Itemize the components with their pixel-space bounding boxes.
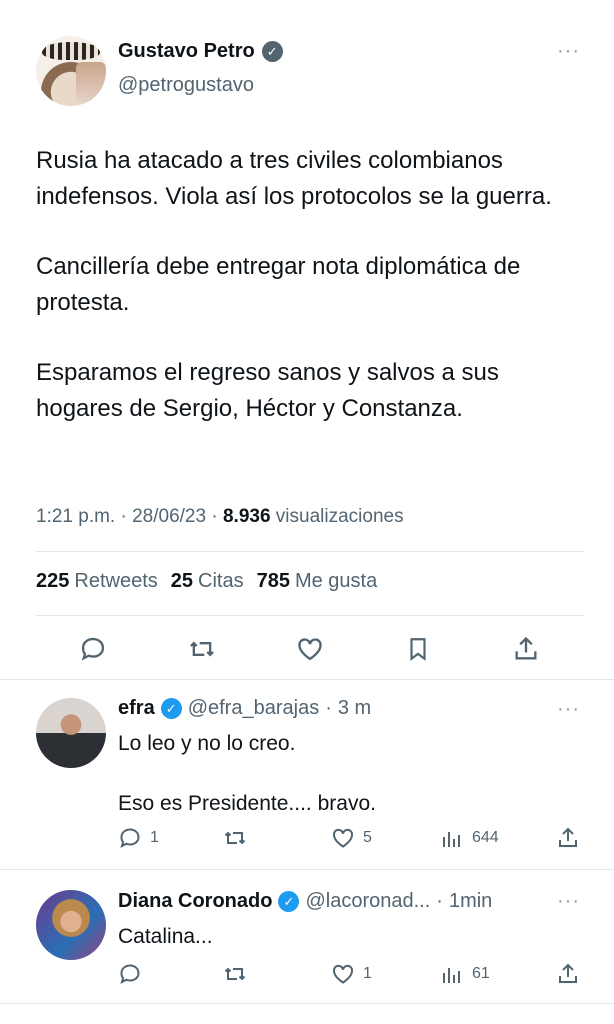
tweet-paragraph: Esparamos el regreso sanos y salvos a su… bbox=[36, 359, 499, 422]
like-icon bbox=[332, 964, 354, 984]
retweet-button[interactable] bbox=[222, 826, 256, 850]
reply-tweet[interactable]: Diana Coronado ✓ @lacoronad... · 1min ··… bbox=[0, 870, 614, 1004]
views-count: 8.936 bbox=[222, 506, 271, 527]
retweets-label: Retweets bbox=[74, 570, 158, 592]
reply-header: Diana Coronado ✓ @lacoronad... · 1min bbox=[118, 890, 492, 913]
main-tweet: Gustavo Petro ✓ @petrogustavo ··· Rusia … bbox=[0, 0, 614, 680]
like-button[interactable]: 5 bbox=[331, 826, 372, 850]
reply-text: Catalina... bbox=[118, 925, 213, 948]
reply-icon[interactable] bbox=[76, 632, 110, 666]
more-options-icon[interactable]: ··· bbox=[557, 40, 580, 63]
reply-author-name[interactable]: Diana Coronado bbox=[118, 890, 272, 913]
reply-actions: 1 61 bbox=[0, 962, 614, 996]
views-icon bbox=[443, 832, 460, 847]
likes-stat[interactable]: 785 Me gusta bbox=[257, 570, 378, 593]
meta-separator: · bbox=[325, 697, 332, 719]
reply-icon bbox=[120, 964, 140, 984]
reply-count: 1 bbox=[150, 829, 159, 846]
more-options-icon[interactable]: ··· bbox=[557, 698, 580, 721]
meta-separator: · bbox=[211, 506, 218, 527]
views-label: visualizaciones bbox=[275, 506, 404, 527]
author-handle[interactable]: @petrogustavo bbox=[118, 74, 254, 97]
retweets-stat[interactable]: 225 Retweets bbox=[36, 570, 158, 593]
avatar[interactable] bbox=[36, 698, 106, 768]
divider bbox=[0, 1003, 614, 1004]
retweet-icon bbox=[224, 967, 246, 981]
reply-time[interactable]: 3 m bbox=[338, 697, 371, 720]
reply-button[interactable] bbox=[118, 962, 150, 986]
quotes-stat[interactable]: 25 Citas bbox=[171, 570, 244, 593]
avatar[interactable] bbox=[36, 890, 106, 960]
quotes-label: Citas bbox=[198, 570, 244, 592]
view-count: 644 bbox=[472, 829, 499, 846]
likes-count: 785 bbox=[256, 570, 290, 592]
like-icon bbox=[332, 828, 354, 848]
meta-separator: · bbox=[120, 506, 127, 527]
reply-button[interactable]: 1 bbox=[118, 826, 159, 850]
more-options-icon[interactable]: ··· bbox=[557, 890, 580, 913]
reply-tweet[interactable]: efra ✓ @efra_barajas · 3 m ··· Lo leo y … bbox=[0, 680, 614, 870]
author-name-row: Gustavo Petro ✓ bbox=[118, 40, 283, 63]
like-icon[interactable] bbox=[293, 632, 327, 666]
verified-blue-icon: ✓ bbox=[278, 891, 300, 912]
sombrero-image bbox=[42, 42, 100, 60]
view-count: 61 bbox=[472, 965, 490, 982]
reply-author-handle[interactable]: @efra_barajas bbox=[188, 697, 319, 720]
share-button[interactable] bbox=[556, 826, 580, 850]
bookmark-icon[interactable] bbox=[401, 632, 435, 666]
verified-blue-icon: ✓ bbox=[160, 698, 182, 719]
views-button[interactable]: 61 bbox=[440, 962, 490, 986]
share-icon bbox=[559, 827, 577, 847]
reply-text: Lo leo y no lo creo. Eso es Presidente..… bbox=[118, 732, 376, 815]
share-icon bbox=[559, 963, 577, 983]
tweet-paragraph: Rusia ha atacado a tres civiles colombia… bbox=[36, 147, 552, 210]
like-count: 1 bbox=[363, 965, 372, 982]
meta-separator: · bbox=[436, 890, 443, 912]
views-button[interactable]: 644 bbox=[440, 826, 499, 850]
retweet-icon[interactable] bbox=[185, 632, 219, 666]
author-name[interactable]: Gustavo Petro bbox=[118, 40, 255, 63]
reply-author-handle[interactable]: @lacoronad... bbox=[305, 890, 430, 913]
retweets-count: 225 bbox=[36, 570, 70, 592]
share-icon[interactable] bbox=[509, 632, 543, 666]
reply-time[interactable]: 1min bbox=[449, 890, 492, 913]
tweet-paragraph: Cancillería debe entregar nota diplomáti… bbox=[36, 253, 521, 316]
retweet-icon bbox=[224, 831, 246, 845]
reply-icon bbox=[120, 828, 140, 848]
retweet-button[interactable] bbox=[222, 962, 256, 986]
avatar[interactable] bbox=[36, 36, 106, 106]
likes-label: Me gusta bbox=[294, 570, 378, 592]
divider bbox=[36, 615, 584, 616]
tweet-date[interactable]: 28/06/23 bbox=[132, 506, 206, 527]
views-icon bbox=[443, 968, 460, 983]
reply-actions: 1 5 644 bbox=[0, 826, 614, 860]
tweet-stats: 225 Retweets 25 Citas 785 Me gusta bbox=[36, 570, 377, 593]
share-button[interactable] bbox=[556, 962, 580, 986]
verified-gray-icon: ✓ bbox=[261, 41, 283, 62]
tweet-text: Rusia ha atacado a tres civiles colombia… bbox=[36, 143, 586, 461]
quotes-count: 25 bbox=[170, 570, 193, 592]
reply-header: efra ✓ @efra_barajas · 3 m bbox=[118, 697, 371, 720]
tweet-time[interactable]: 1:21 p.m. bbox=[36, 506, 115, 527]
like-button[interactable]: 1 bbox=[331, 962, 372, 986]
crowd-image bbox=[76, 62, 106, 102]
tweet-actions bbox=[0, 630, 614, 670]
divider bbox=[36, 551, 584, 552]
reply-author-name[interactable]: efra bbox=[118, 697, 155, 720]
like-count: 5 bbox=[363, 829, 372, 846]
tweet-meta: 1:21 p.m. · 28/06/23 · 8.936 visualizaci… bbox=[36, 506, 404, 528]
